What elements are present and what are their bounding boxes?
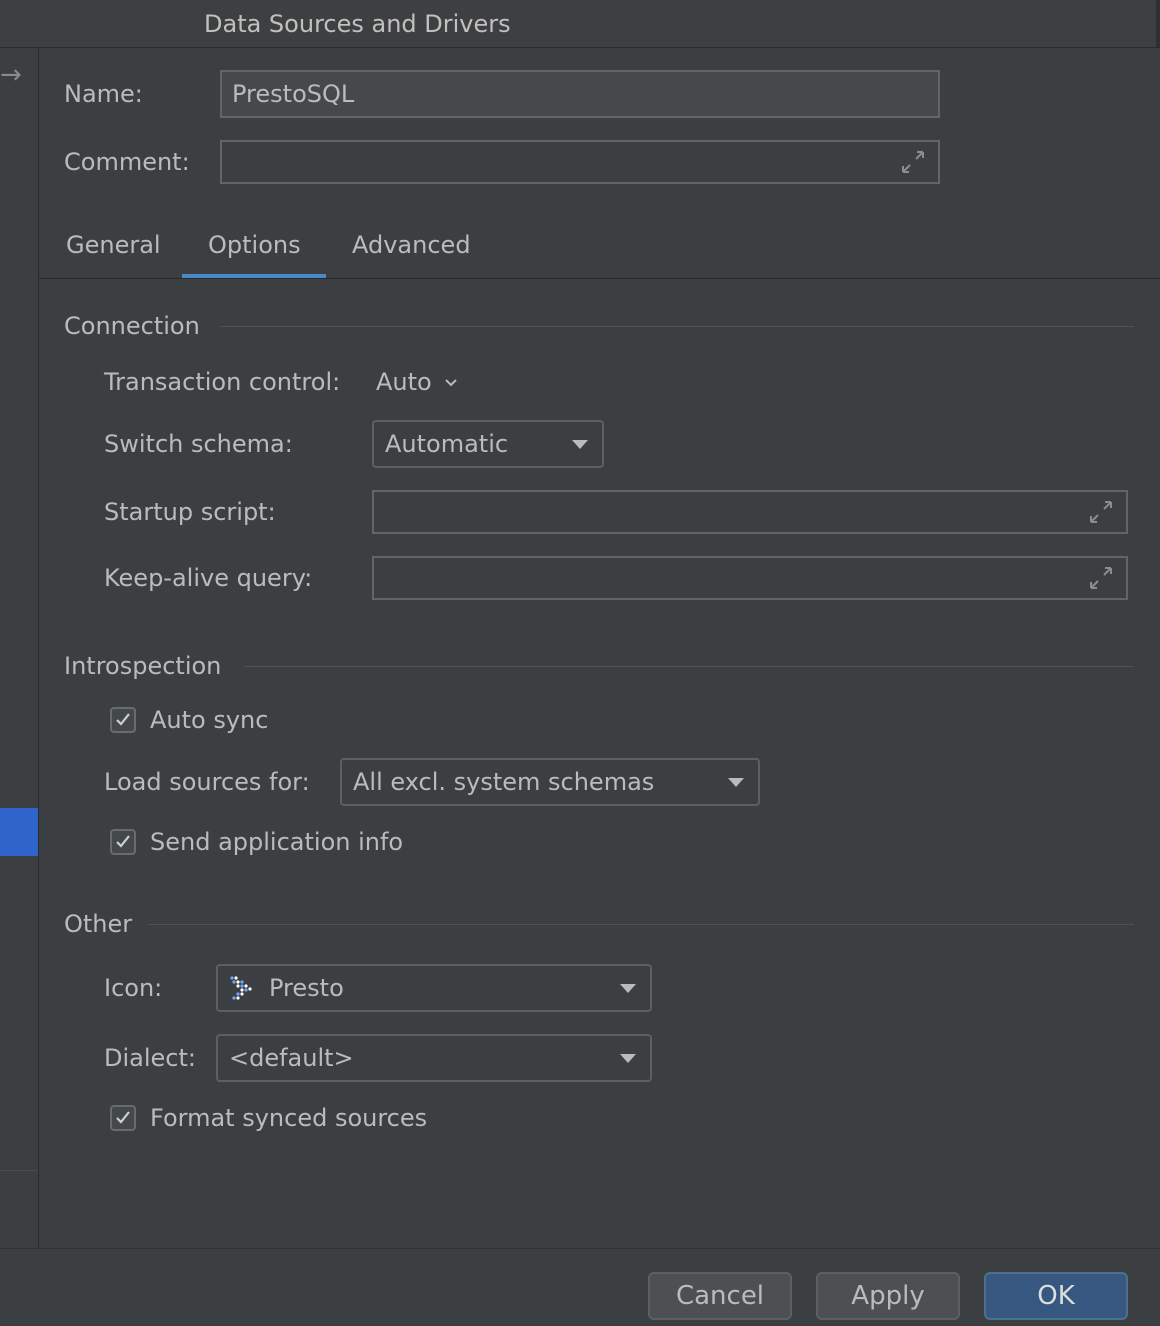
connection-heading: Connection — [64, 312, 200, 340]
dialect-label: Dialect: — [104, 1044, 196, 1072]
icon-label: Icon: — [104, 974, 163, 1002]
expand-icon[interactable] — [900, 149, 926, 175]
other-heading: Other — [64, 910, 133, 938]
cancel-button[interactable]: Cancel — [648, 1272, 792, 1320]
checkmark-icon — [116, 835, 130, 848]
dropdown-arrow-icon — [572, 440, 588, 449]
name-input[interactable]: PrestoSQL — [220, 70, 940, 118]
footer-divider — [0, 1248, 1160, 1249]
sidebar: → — [0, 48, 39, 1248]
title-bar: Data Sources and Drivers — [0, 0, 1160, 48]
dropdown-arrow-icon — [620, 984, 636, 993]
send-application-info-checkbox[interactable] — [110, 829, 136, 855]
tabs-divider — [39, 278, 1160, 279]
ok-button[interactable]: OK — [984, 1272, 1128, 1320]
introspection-heading: Introspection — [64, 652, 222, 680]
startup-script-label: Startup script: — [104, 498, 276, 526]
load-sources-select[interactable]: All excl. system schemas — [340, 758, 760, 806]
keep-alive-input[interactable] — [372, 556, 1128, 600]
transaction-control-label: Transaction control: — [104, 368, 341, 396]
tab-general[interactable]: General — [66, 231, 161, 259]
transaction-control-dropdown[interactable]: Auto — [376, 368, 432, 396]
format-synced-sources-label[interactable]: Format synced sources — [150, 1104, 427, 1132]
load-sources-value: All excl. system schemas — [353, 768, 655, 796]
keep-alive-label: Keep-alive query: — [104, 564, 313, 592]
dialect-select[interactable]: <default> — [216, 1034, 652, 1082]
auto-sync-checkbox[interactable] — [110, 707, 136, 733]
tab-advanced[interactable]: Advanced — [352, 231, 471, 259]
switch-schema-select[interactable]: Automatic — [372, 420, 604, 468]
startup-script-input[interactable] — [372, 490, 1128, 534]
apply-button[interactable]: Apply — [816, 1272, 960, 1320]
checkmark-icon — [116, 1111, 130, 1124]
dropdown-arrow-icon — [620, 1054, 636, 1063]
window-title: Data Sources and Drivers — [204, 10, 511, 38]
arrow-right-icon[interactable]: → — [0, 62, 22, 88]
switch-schema-value: Automatic — [385, 430, 509, 458]
send-application-info-label[interactable]: Send application info — [150, 828, 403, 856]
format-synced-sources-checkbox[interactable] — [110, 1105, 136, 1131]
sidebar-divider — [0, 1170, 38, 1171]
presto-icon — [230, 976, 252, 1000]
expand-icon[interactable] — [1088, 565, 1114, 591]
name-label: Name: — [64, 80, 143, 108]
load-sources-label: Load sources for: — [104, 768, 310, 796]
comment-label: Comment: — [64, 148, 190, 176]
connection-divider — [220, 326, 1134, 327]
sidebar-selected-item[interactable] — [0, 808, 38, 856]
name-value: PrestoSQL — [232, 80, 355, 108]
dialect-value: <default> — [229, 1044, 354, 1072]
switch-schema-label: Switch schema: — [104, 430, 293, 458]
dropdown-arrow-icon — [728, 778, 744, 787]
icon-select[interactable]: Presto — [216, 964, 652, 1012]
window-edge — [1156, 0, 1160, 47]
auto-sync-label[interactable]: Auto sync — [150, 706, 268, 734]
expand-icon[interactable] — [1088, 499, 1114, 525]
other-divider — [148, 924, 1134, 925]
comment-input[interactable] — [220, 140, 940, 184]
icon-value: Presto — [269, 974, 344, 1002]
introspection-divider — [244, 666, 1134, 667]
tab-options[interactable]: Options — [208, 231, 301, 259]
checkmark-icon — [116, 713, 130, 726]
chevron-down-icon[interactable] — [444, 376, 458, 390]
